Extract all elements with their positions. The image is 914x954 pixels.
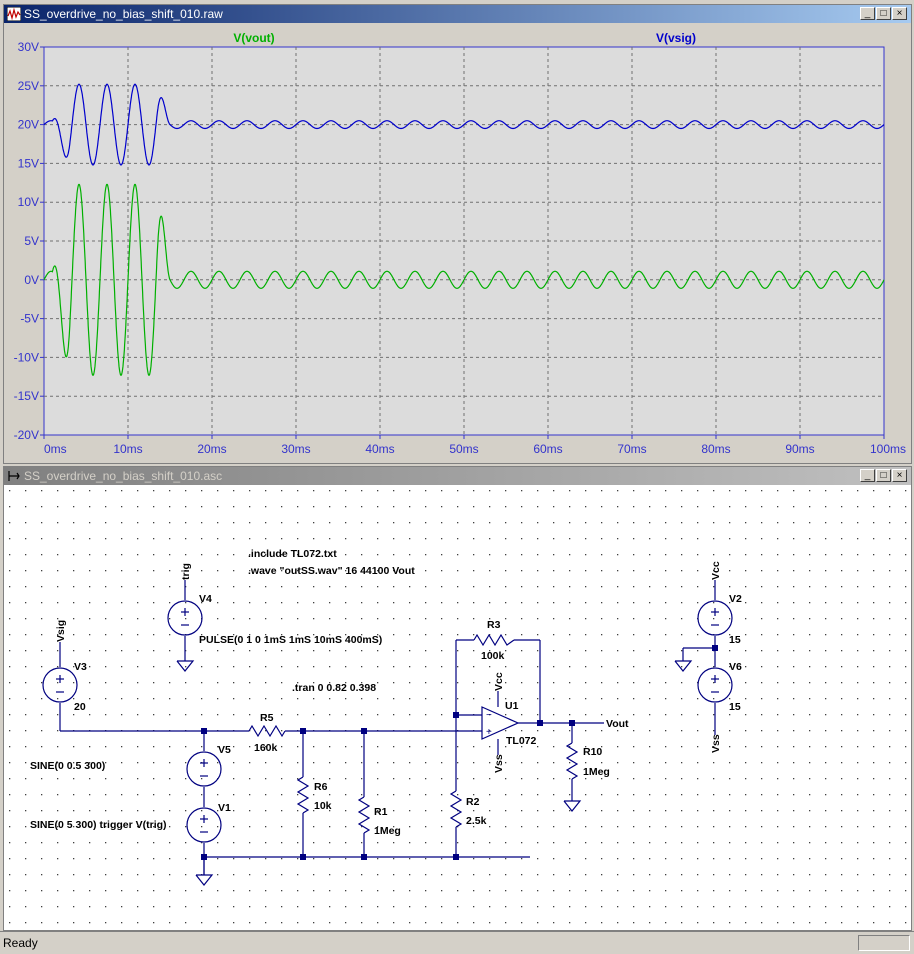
x-tick-label: 100ms bbox=[870, 442, 906, 456]
y-tick-label: 0V bbox=[24, 273, 39, 287]
schematic-window-title: SS_overdrive_no_bias_shift_010.asc bbox=[24, 469, 223, 483]
status-panel bbox=[858, 935, 910, 951]
label-u1-value: TL072 bbox=[506, 735, 537, 747]
close-button[interactable]: × bbox=[892, 7, 907, 20]
label-v5: V5 bbox=[218, 744, 231, 756]
net-label-trig[interactable]: trig bbox=[180, 563, 192, 580]
schematic-app-icon bbox=[8, 471, 20, 481]
svg-text:−: − bbox=[486, 710, 492, 721]
label-r6: R6 bbox=[314, 781, 328, 793]
y-tick-label: -5V bbox=[20, 312, 39, 326]
label-v4-value: PULSE(0 1 0 1mS 1mS 10mS 400mS) bbox=[199, 634, 382, 646]
minimize-button[interactable]: _ bbox=[860, 7, 875, 20]
label-v6-value: 15 bbox=[729, 701, 741, 713]
x-tick-label: 30ms bbox=[281, 442, 310, 456]
label-r6-value: 10k bbox=[314, 800, 332, 812]
label-v5-value: SINE(0 0.5 300) bbox=[30, 760, 105, 772]
status-bar: Ready bbox=[0, 931, 914, 954]
maximize-button[interactable]: □ bbox=[876, 469, 891, 482]
y-tick-label: 25V bbox=[18, 79, 39, 93]
directive-wave[interactable]: .wave "outSS.wav" 16 44100 Vout bbox=[248, 565, 415, 577]
y-tick-label: 10V bbox=[18, 195, 39, 209]
schematic-window[interactable]: SS_overdrive_no_bias_shift_010.asc _ □ × bbox=[3, 466, 912, 931]
x-tick-label: 60ms bbox=[533, 442, 562, 456]
net-label-vout[interactable]: Vout bbox=[606, 718, 629, 730]
net-label-vcc[interactable]: Vcc bbox=[710, 561, 722, 580]
net-label-vcc-u1[interactable]: Vcc bbox=[493, 672, 505, 691]
y-tick-label: 30V bbox=[18, 40, 39, 54]
x-tick-label: 20ms bbox=[197, 442, 226, 456]
net-label-vss[interactable]: Vss bbox=[710, 734, 722, 753]
label-v4: V4 bbox=[199, 593, 212, 605]
schematic-titlebar[interactable]: SS_overdrive_no_bias_shift_010.asc _ □ × bbox=[4, 467, 911, 485]
y-tick-label: -20V bbox=[14, 428, 39, 442]
label-v2-value: 15 bbox=[729, 634, 741, 646]
x-tick-label: 50ms bbox=[449, 442, 478, 456]
status-text: Ready bbox=[3, 936, 38, 950]
y-tick-label: -15V bbox=[14, 389, 39, 403]
waveform-window[interactable]: SS_overdrive_no_bias_shift_010.raw _ □ ×… bbox=[3, 4, 912, 464]
legend-vout[interactable]: V(vout) bbox=[233, 31, 274, 45]
waveform-app-icon bbox=[7, 7, 21, 21]
directive-include[interactable]: .include TL072.txt bbox=[248, 548, 337, 560]
y-tick-label: -10V bbox=[14, 350, 39, 364]
label-r5: R5 bbox=[260, 712, 274, 724]
x-tick-label: 90ms bbox=[785, 442, 814, 456]
y-tick-label: 5V bbox=[24, 234, 39, 248]
y-tick-label: 20V bbox=[18, 118, 39, 132]
close-button[interactable]: × bbox=[892, 469, 907, 482]
maximize-button[interactable]: □ bbox=[876, 7, 891, 20]
x-tick-label: 70ms bbox=[617, 442, 646, 456]
net-label-vss-u1[interactable]: Vss bbox=[493, 754, 505, 773]
label-v3: V3 bbox=[74, 661, 87, 673]
label-r10: R10 bbox=[583, 746, 602, 758]
svg-text:+: + bbox=[486, 727, 492, 738]
label-v1: V1 bbox=[218, 802, 231, 814]
label-v3-value: 20 bbox=[74, 701, 86, 713]
label-v1-value: SINE(0 5 300) trigger V(trig) bbox=[30, 819, 167, 831]
label-u1: U1 bbox=[505, 700, 519, 712]
schematic-canvas[interactable]: − + .include TL072.txt .wave "outSS.wav"… bbox=[4, 485, 909, 928]
label-r1-value: 1Meg bbox=[374, 825, 401, 837]
waveform-window-title: SS_overdrive_no_bias_shift_010.raw bbox=[24, 7, 223, 21]
y-tick-label: 15V bbox=[18, 156, 39, 170]
label-r10-value: 1Meg bbox=[583, 766, 610, 778]
label-r2: R2 bbox=[466, 796, 480, 808]
minimize-button[interactable]: _ bbox=[860, 469, 875, 482]
label-r3: R3 bbox=[487, 619, 501, 631]
directive-tran[interactable]: .tran 0 0.82 0.398 bbox=[292, 682, 376, 694]
x-tick-label: 0ms bbox=[44, 442, 67, 456]
label-r5-value: 160k bbox=[254, 742, 278, 754]
label-r2-value: 2.5k bbox=[466, 815, 487, 827]
legend-vsig[interactable]: V(vsig) bbox=[656, 31, 696, 45]
waveform-titlebar[interactable]: SS_overdrive_no_bias_shift_010.raw _ □ × bbox=[4, 5, 911, 23]
x-tick-label: 40ms bbox=[365, 442, 394, 456]
label-r3-value: 100k bbox=[481, 650, 505, 662]
label-r1: R1 bbox=[374, 806, 388, 818]
x-tick-label: 80ms bbox=[701, 442, 730, 456]
label-v2: V2 bbox=[729, 593, 742, 605]
waveform-plot[interactable]: 30V 25V 20V 15V 10V 5V 0V -5V -10V -15V -20V 0ms 10… bbox=[4, 23, 911, 463]
net-label-vsig[interactable]: Vsig bbox=[55, 620, 67, 642]
label-v6: V6 bbox=[729, 661, 742, 673]
x-tick-label: 10ms bbox=[113, 442, 142, 456]
